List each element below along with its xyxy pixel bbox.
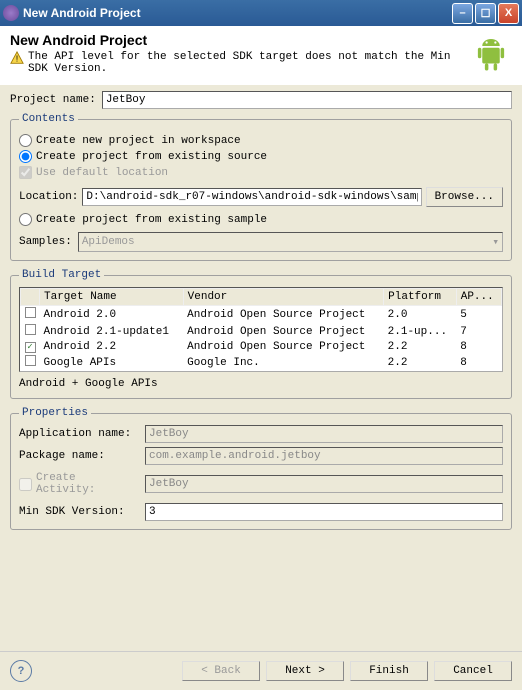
warning-text: The API level for the selected SDK targe… xyxy=(28,51,464,75)
table-row[interactable]: ✓Android 2.2Android Open Source Project2… xyxy=(21,340,502,354)
min-sdk-label: Min SDK Version: xyxy=(19,506,139,518)
chevron-down-icon: ▾ xyxy=(492,235,499,249)
use-default-label: Use default location xyxy=(36,167,168,179)
properties-legend: Properties xyxy=(19,407,91,419)
contents-group: Contents Create new project in workspace… xyxy=(10,113,512,261)
warning-icon: ! xyxy=(10,51,24,65)
build-target-legend: Build Target xyxy=(19,269,104,281)
project-name-label: Project name: xyxy=(10,94,96,106)
col-vendor[interactable]: Vendor xyxy=(183,289,384,306)
android-icon xyxy=(470,32,512,74)
samples-select: ApiDemos▾ xyxy=(78,232,503,252)
create-activity-checkbox xyxy=(19,478,32,491)
min-sdk-input[interactable] xyxy=(145,503,503,521)
package-name-label: Package name: xyxy=(19,450,139,462)
create-sample-radio[interactable] xyxy=(19,213,32,226)
maximize-button[interactable]: ☐ xyxy=(475,3,496,24)
create-existing-radio[interactable] xyxy=(19,150,32,163)
table-row[interactable]: Google APIsGoogle Inc.2.28 xyxy=(21,354,502,371)
create-new-label: Create new project in workspace xyxy=(36,135,241,147)
location-input[interactable] xyxy=(82,188,421,206)
minimize-button[interactable]: – xyxy=(452,3,473,24)
table-row[interactable]: Android 2.0Android Open Source Project2.… xyxy=(21,306,502,324)
location-label: Location: xyxy=(19,191,78,203)
properties-group: Properties Application name: Package nam… xyxy=(10,407,512,530)
help-button[interactable]: ? xyxy=(10,660,32,682)
app-icon xyxy=(3,5,19,21)
col-api[interactable]: AP... xyxy=(456,289,501,306)
window-title: New Android Project xyxy=(23,6,450,20)
create-sample-label: Create project from existing sample xyxy=(36,214,267,226)
create-activity-label: Create Activity: xyxy=(36,472,139,496)
target-checkbox[interactable] xyxy=(25,307,36,318)
page-title: New Android Project xyxy=(10,32,464,48)
col-target-name[interactable]: Target Name xyxy=(40,289,184,306)
contents-legend: Contents xyxy=(19,113,78,125)
cancel-button[interactable]: Cancel xyxy=(434,661,512,681)
target-checkbox[interactable] xyxy=(25,324,36,335)
target-note: Android + Google APIs xyxy=(19,378,503,390)
dialog-header: New Android Project ! The API level for … xyxy=(0,26,522,85)
close-button[interactable]: X xyxy=(498,3,519,24)
next-button[interactable]: Next > xyxy=(266,661,344,681)
build-target-group: Build Target Target Name Vendor Platform… xyxy=(10,269,512,399)
create-new-radio[interactable] xyxy=(19,134,32,147)
use-default-checkbox xyxy=(19,166,32,179)
activity-input xyxy=(145,475,503,493)
target-checkbox[interactable] xyxy=(25,355,36,366)
button-bar: ? < Back Next > Finish Cancel xyxy=(0,651,522,690)
table-row[interactable]: Android 2.1-update1Android Open Source P… xyxy=(21,323,502,340)
package-name-input xyxy=(145,447,503,465)
target-table: Target Name Vendor Platform AP... Androi… xyxy=(20,288,502,371)
project-name-input[interactable] xyxy=(102,91,512,109)
finish-button[interactable]: Finish xyxy=(350,661,428,681)
target-checkbox[interactable]: ✓ xyxy=(25,342,36,353)
create-existing-label: Create project from existing source xyxy=(36,151,267,163)
app-name-input xyxy=(145,425,503,443)
app-name-label: Application name: xyxy=(19,428,139,440)
col-platform[interactable]: Platform xyxy=(384,289,457,306)
samples-label: Samples: xyxy=(19,236,72,248)
browse-button[interactable]: Browse... xyxy=(426,187,503,207)
back-button[interactable]: < Back xyxy=(182,661,260,681)
title-bar: New Android Project – ☐ X xyxy=(0,0,522,26)
svg-text:!: ! xyxy=(14,55,19,65)
